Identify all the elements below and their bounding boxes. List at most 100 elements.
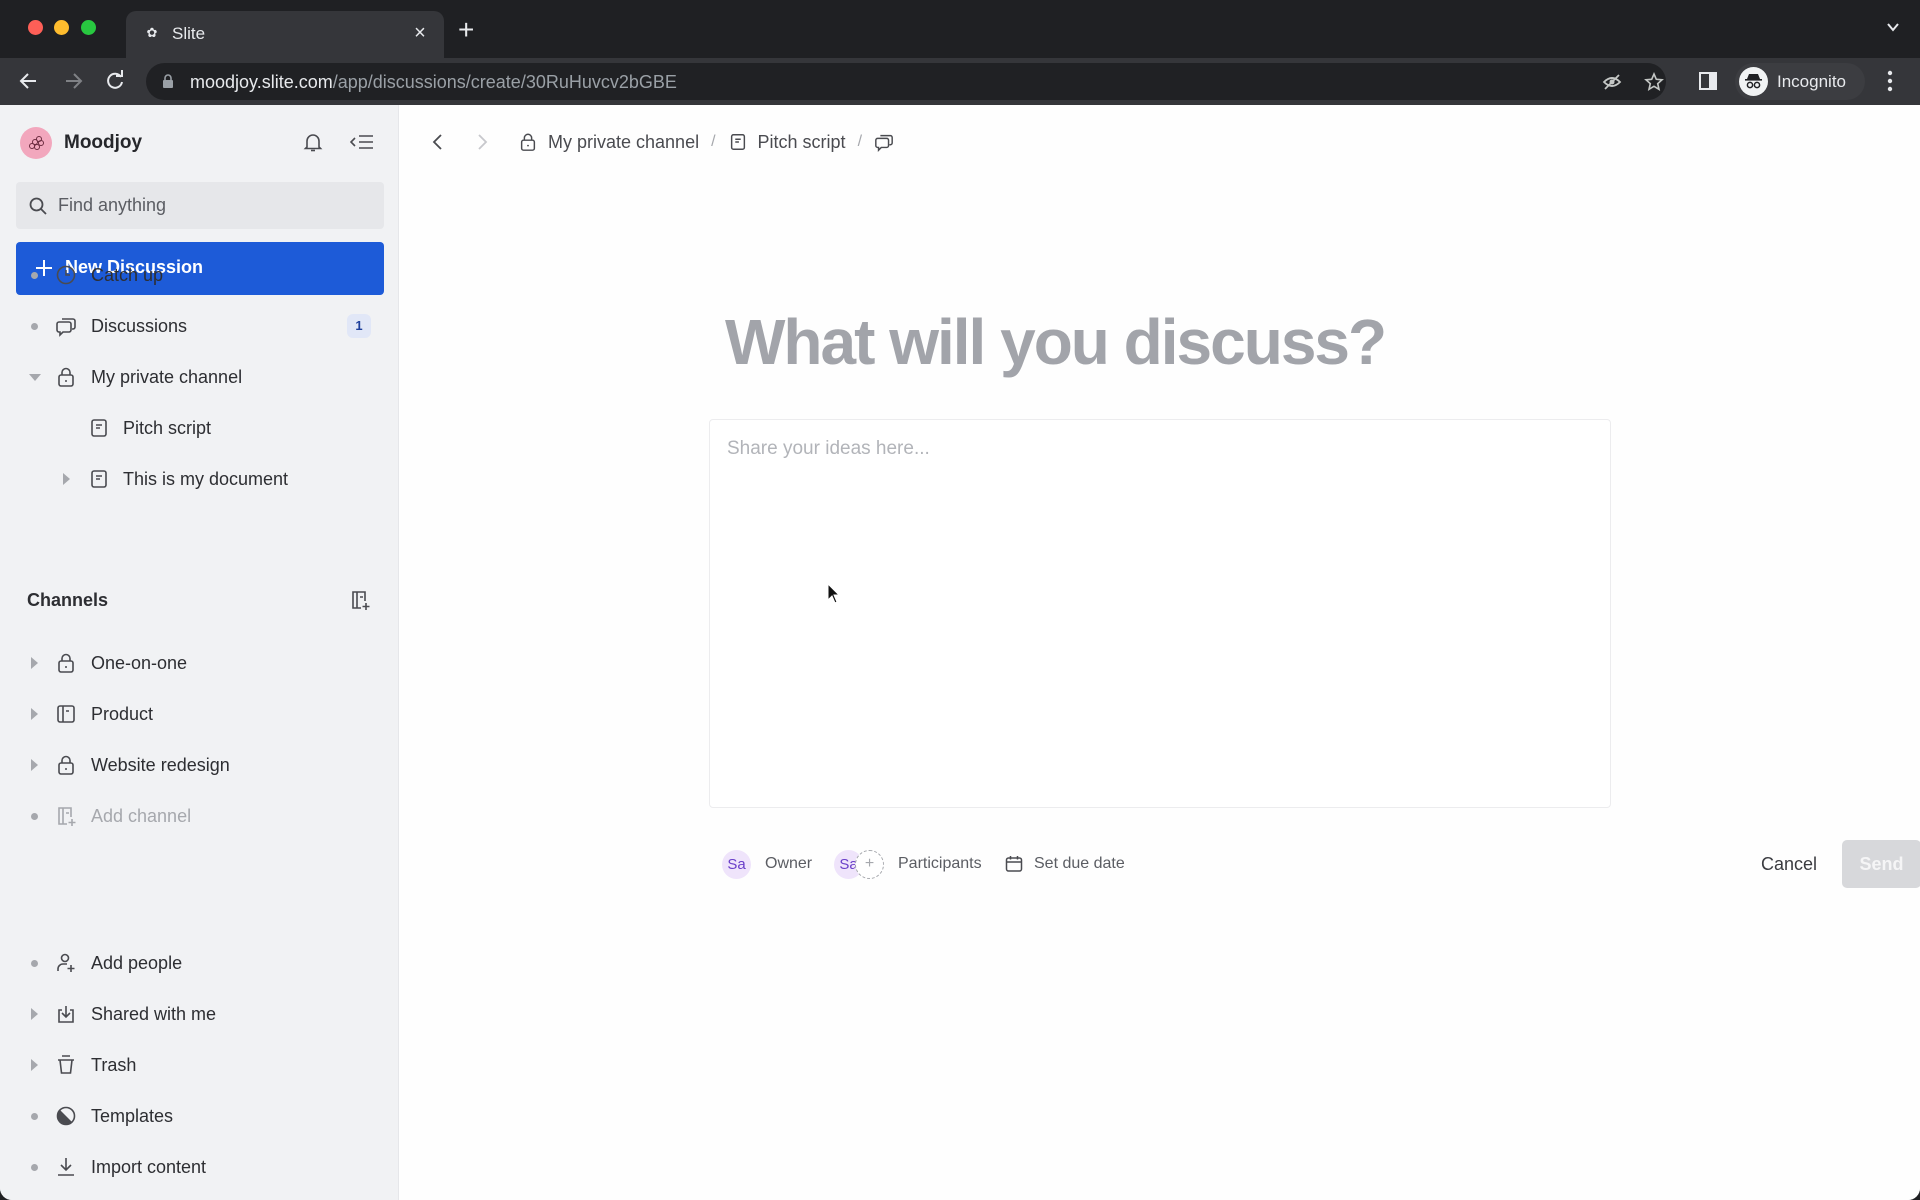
- inbox-download-icon: [58, 1006, 74, 1023]
- caret-right-icon[interactable]: [63, 473, 70, 485]
- window-maximize-button[interactable]: [81, 20, 96, 35]
- sidebar-item-pitch-script[interactable]: Pitch script: [0, 408, 399, 448]
- window-close-button[interactable]: [28, 20, 43, 35]
- address-bar[interactable]: moodjoy.slite.com/app/discussions/create…: [146, 63, 1666, 100]
- sidebar-item-discussions[interactable]: Discussions 1: [0, 306, 399, 346]
- sidebar-item-trash[interactable]: Trash: [0, 1045, 399, 1085]
- tab-close-icon[interactable]: ×: [408, 21, 432, 45]
- search-bar[interactable]: [16, 182, 384, 229]
- sidebar-item-label: My private channel: [91, 367, 243, 387]
- history-forward-icon[interactable]: [472, 132, 492, 152]
- sidebar-item-catch-up[interactable]: Catch up: [0, 255, 399, 295]
- document-icon: [730, 134, 745, 150]
- sidebar-item-label: Website redesign: [91, 755, 230, 775]
- sidebar-item-label: Catch up: [91, 265, 164, 285]
- bullet-icon: [31, 813, 38, 820]
- owner-label: Owner: [765, 855, 813, 872]
- workspace-header[interactable]: Moodjoy: [20, 125, 380, 159]
- clock-icon: [56, 265, 76, 285]
- sidebar-item-label: This is my document: [123, 469, 289, 489]
- workspace-name: Moodjoy: [64, 132, 143, 153]
- bookmark-star-icon[interactable]: [1644, 72, 1664, 92]
- lock-icon: [58, 367, 74, 387]
- sidebar-item-label: Discussions: [91, 316, 188, 336]
- participants-picker[interactable]: Sa + Participants: [834, 839, 982, 889]
- bell-icon[interactable]: [302, 131, 324, 153]
- breadcrumb-item-document[interactable]: Pitch script: [724, 127, 850, 157]
- breadcrumb-label: Pitch script: [757, 131, 846, 152]
- caret-right-icon[interactable]: [31, 708, 38, 720]
- collapse-sidebar-icon[interactable]: [350, 133, 374, 151]
- send-button[interactable]: Send: [1842, 840, 1920, 888]
- slite-app: Moodjoy New Discussion Catch up Discussi…: [0, 105, 1920, 1200]
- sidebar-item-import-content[interactable]: Import content: [0, 1147, 399, 1187]
- sidebar-item-my-private-channel[interactable]: My private channel: [0, 357, 399, 397]
- caret-right-icon[interactable]: [31, 759, 38, 771]
- reload-icon[interactable]: [102, 68, 128, 94]
- trash-icon: [58, 1055, 74, 1074]
- browser-toolbar: moodjoy.slite.com/app/discussions/create…: [0, 58, 1920, 105]
- unread-count-badge: 1: [347, 314, 371, 338]
- workspace-logo-icon: [20, 127, 52, 159]
- breadcrumb-item-channel[interactable]: My private channel: [514, 127, 703, 157]
- document-icon: [91, 470, 107, 488]
- tab-title: Slite: [172, 24, 206, 43]
- sidebar-item-label: Add channel: [91, 806, 192, 826]
- lock-icon: [163, 74, 173, 88]
- chat-bubbles-icon: [56, 318, 76, 337]
- sidebar-item-label: Product: [91, 704, 154, 724]
- eye-off-icon[interactable]: [1602, 72, 1622, 92]
- breadcrumb-item-discussion[interactable]: [870, 127, 898, 157]
- sidebar-item-templates[interactable]: Templates: [0, 1096, 399, 1136]
- calendar-icon: [1005, 856, 1023, 872]
- incognito-profile-button[interactable]: Incognito: [1735, 63, 1865, 100]
- browser-tab[interactable]: ✿ Slite ×: [126, 11, 444, 58]
- browser-menu-icon[interactable]: [1880, 68, 1900, 94]
- breadcrumb-separator: /: [711, 133, 716, 150]
- sidebar-add-channel[interactable]: Add channel: [0, 796, 399, 836]
- caret-right-icon[interactable]: [31, 1008, 38, 1020]
- browser-chrome: ✿ Slite × + moodjoy.slite.com/app/discus…: [0, 0, 1920, 105]
- caret-down-icon[interactable]: [29, 374, 41, 381]
- sidebar-item-shared-with-me[interactable]: Shared with me: [0, 994, 399, 1034]
- back-arrow-icon[interactable]: [16, 68, 42, 94]
- caret-right-icon[interactable]: [31, 1059, 38, 1071]
- new-tab-button[interactable]: +: [458, 16, 474, 44]
- sidebar-item-label: One-on-one: [91, 653, 188, 673]
- bullet-icon: [31, 323, 38, 330]
- search-input[interactable]: [58, 182, 378, 229]
- channels-heading: Channels: [27, 590, 109, 610]
- import-icon: [58, 1158, 74, 1176]
- cancel-button[interactable]: Cancel: [1749, 839, 1829, 889]
- side-panel-icon[interactable]: [1698, 71, 1718, 91]
- discussion-editor[interactable]: [709, 419, 1611, 808]
- forward-arrow-icon[interactable]: [60, 68, 86, 94]
- window-minimize-button[interactable]: [54, 20, 69, 35]
- discussion-title-input[interactable]: What will you discuss?: [725, 305, 1387, 379]
- breadcrumb-label: My private channel: [548, 131, 700, 152]
- discussion-body-input[interactable]: [710, 420, 1610, 807]
- sidebar-channel-website-redesign[interactable]: Website redesign: [0, 745, 399, 785]
- add-participant-icon[interactable]: +: [855, 849, 884, 879]
- history-back-icon[interactable]: [428, 132, 448, 152]
- due-date-label: Set due date: [1034, 855, 1125, 872]
- sidebar-item-label: Pitch script: [123, 418, 212, 438]
- tab-search-chevron-icon[interactable]: [1886, 20, 1900, 34]
- sidebar-item-label: Shared with me: [91, 1004, 217, 1024]
- add-person-icon: [57, 953, 75, 972]
- bullet-icon: [31, 272, 38, 279]
- sidebar-channel-one-on-one[interactable]: One-on-one: [0, 643, 399, 683]
- sidebar-item-this-is-my-document[interactable]: This is my document: [0, 459, 399, 499]
- url-host: moodjoy.slite.com: [190, 72, 333, 92]
- breadcrumb-separator: /: [857, 133, 863, 150]
- templates-icon: [56, 1106, 76, 1126]
- sidebar-item-add-people[interactable]: Add people: [0, 943, 399, 983]
- add-channel-icon[interactable]: [349, 589, 371, 611]
- bullet-icon: [31, 1113, 38, 1120]
- caret-right-icon[interactable]: [31, 657, 38, 669]
- bullet-icon: [31, 1164, 38, 1171]
- channel-icon: [57, 705, 75, 723]
- owner-picker[interactable]: Sa Owner: [722, 839, 812, 889]
- due-date-picker[interactable]: Set due date: [1004, 839, 1125, 889]
- sidebar-channel-product[interactable]: Product: [0, 694, 399, 734]
